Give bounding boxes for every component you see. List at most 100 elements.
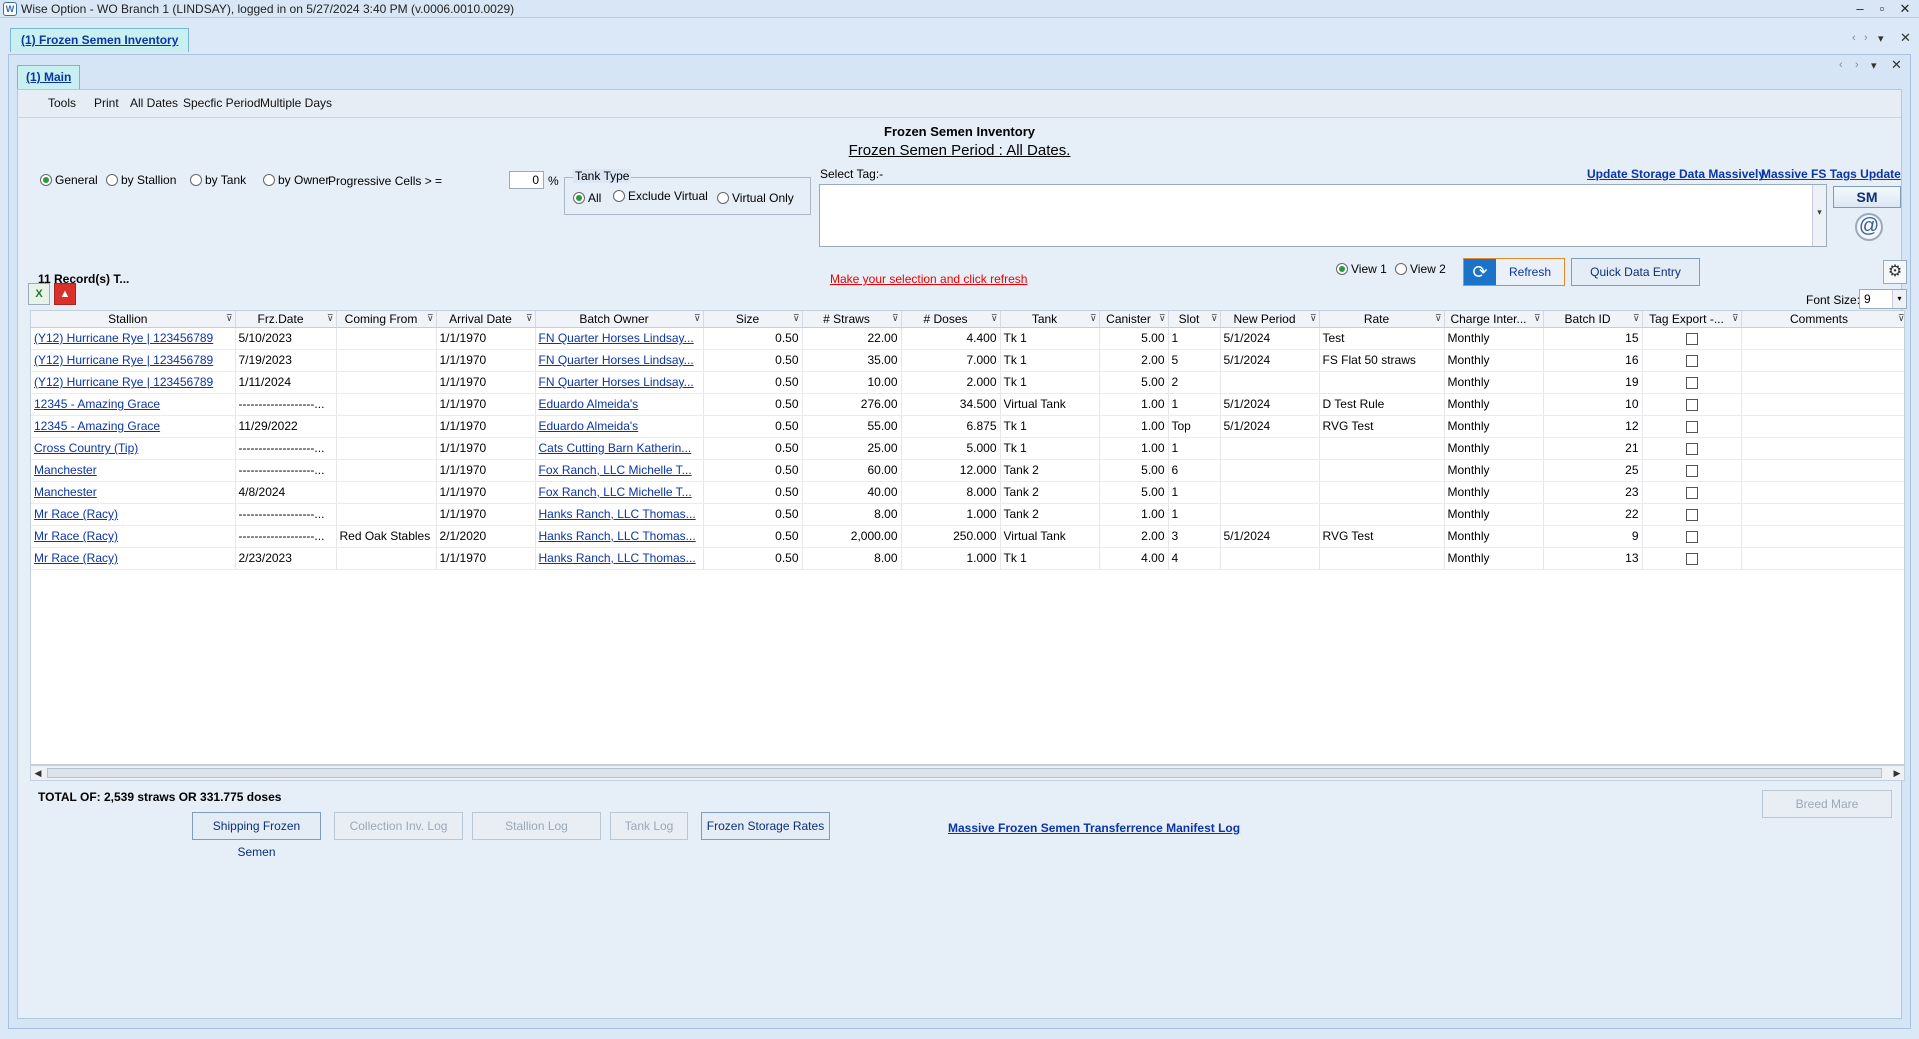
cell-owner[interactable]: FN Quarter Horses Lindsay... <box>535 349 704 372</box>
filter-icon[interactable]: ⊽ <box>1090 313 1097 324</box>
filter-icon[interactable]: ⊽ <box>1159 313 1166 324</box>
filter-icon[interactable]: ⊽ <box>793 313 800 324</box>
radio-tank-all[interactable]: All <box>573 191 601 205</box>
massive-fs-tags-link[interactable]: Massive FS Tags Update <box>1761 167 1901 181</box>
filter-icon[interactable]: ⊽ <box>1435 313 1442 324</box>
column-header[interactable]: Canister ⊽ <box>1099 311 1169 328</box>
collection-inv-log-button[interactable]: Collection Inv. Log <box>334 812 463 840</box>
radio-by-owner[interactable]: by Owner <box>263 173 329 187</box>
table-row[interactable]: 12345 - Amazing Grace 11/29/2022 1/1/1970 E… <box>31 415 1904 438</box>
menu-tools[interactable]: Tools <box>48 96 76 110</box>
tab-main[interactable]: (1) Main <box>17 65 81 89</box>
cell-stallion[interactable]: (Y12) Hurricane Rye | 123456789 <box>31 349 236 372</box>
column-header[interactable]: Frz.Date ⊽ <box>235 311 337 328</box>
cell-owner[interactable]: Hanks Ranch, LLC Thomas... <box>535 547 704 570</box>
tab-close-icon[interactable]: ✕ <box>1900 30 1911 46</box>
export-excel-icon[interactable]: X <box>28 283 50 305</box>
filter-icon[interactable]: ⊽ <box>1534 313 1541 324</box>
column-header[interactable]: Slot ⊽ <box>1168 311 1221 328</box>
tank-log-button[interactable]: Tank Log <box>610 812 688 840</box>
tag-export-checkbox[interactable] <box>1685 464 1698 477</box>
table-row[interactable]: Manchester -------------------... 1/1/1970… <box>31 459 1904 482</box>
email-at-icon[interactable]: @ <box>1855 213 1883 241</box>
menu-multiple-days[interactable]: Multiple Days <box>260 96 332 110</box>
column-header[interactable]: # Doses ⊽ <box>901 311 1001 328</box>
table-row[interactable]: 12345 - Amazing Grace -------------------… <box>31 393 1904 416</box>
scroll-left-icon[interactable]: ◀ <box>31 766 45 780</box>
menu-all-dates[interactable]: All Dates <box>130 96 178 110</box>
maximize-button[interactable]: ▫ <box>1870 0 1894 18</box>
column-header[interactable]: Arrival Date ⊽ <box>436 311 536 328</box>
progressive-cells-input[interactable]: 0 <box>509 171 544 189</box>
tag-export-checkbox[interactable] <box>1685 354 1698 367</box>
filter-icon[interactable]: ⊽ <box>1211 313 1218 324</box>
cell-owner[interactable]: Fox Ranch, LLC Michelle T... <box>535 459 704 482</box>
inner-tab-next-icon[interactable]: › <box>1855 59 1859 71</box>
cell-stallion[interactable]: Mr Race (Racy) <box>31 525 236 548</box>
frozen-storage-rates-button[interactable]: Frozen Storage Rates <box>701 812 830 840</box>
cell-owner[interactable]: FN Quarter Horses Lindsay... <box>535 327 704 350</box>
tag-export-checkbox[interactable] <box>1685 552 1698 565</box>
table-row[interactable]: Mr Race (Racy) 2/23/2023 1/1/1970 Hanks Ran… <box>31 547 1904 570</box>
cell-owner[interactable]: Fox Ranch, LLC Michelle T... <box>535 481 704 504</box>
column-header[interactable]: # Straws ⊽ <box>802 311 902 328</box>
font-size-select[interactable]: 9 ▾ <box>1859 289 1907 309</box>
manifest-log-link[interactable]: Massive Frozen Semen Transferrence Manif… <box>948 821 1240 835</box>
column-header[interactable]: New Period ⊽ <box>1220 311 1320 328</box>
column-header[interactable]: Charge Inter... ⊽ <box>1444 311 1544 328</box>
table-row[interactable]: Manchester 4/8/2024 1/1/1970 Fox Ranch, LLC… <box>31 481 1904 504</box>
filter-icon[interactable]: ⊽ <box>1732 313 1739 324</box>
filter-icon[interactable]: ⊽ <box>526 313 533 324</box>
inner-tab-close-icon[interactable]: ✕ <box>1891 57 1902 73</box>
table-row[interactable]: (Y12) Hurricane Rye | 123456789 5/10/2023… <box>31 327 1904 350</box>
horizontal-scrollbar[interactable]: ◀ ▶ <box>30 765 1905 781</box>
tag-export-checkbox[interactable] <box>1685 376 1698 389</box>
tag-export-checkbox[interactable] <box>1685 530 1698 543</box>
tag-export-checkbox[interactable] <box>1685 420 1698 433</box>
cell-owner[interactable]: Cats Cutting Barn Katherin... <box>535 437 704 460</box>
cell-owner[interactable]: Hanks Ranch, LLC Thomas... <box>535 503 704 526</box>
radio-general[interactable]: General <box>40 173 98 187</box>
column-header[interactable]: Comments ⊽ <box>1741 311 1904 328</box>
export-pdf-icon[interactable]: ▲ <box>54 283 76 305</box>
filter-icon[interactable]: ⊽ <box>226 313 233 324</box>
column-header[interactable]: Tag Export -... ⊽ <box>1642 311 1742 328</box>
cell-stallion[interactable]: (Y12) Hurricane Rye | 123456789 <box>31 327 236 350</box>
tag-export-checkbox[interactable] <box>1685 486 1698 499</box>
radio-view-2[interactable]: View 2 <box>1395 262 1446 276</box>
cell-stallion[interactable]: Mr Race (Racy) <box>31 547 236 570</box>
cell-stallion[interactable]: 12345 - Amazing Grace <box>31 415 236 438</box>
column-header[interactable]: Rate ⊽ <box>1319 311 1445 328</box>
cell-owner[interactable]: Eduardo Almeida's <box>535 415 704 438</box>
shipping-frozen-semen-button[interactable]: Shipping Frozen Semen <box>192 812 321 859</box>
column-header[interactable]: Batch ID ⊽ <box>1543 311 1643 328</box>
radio-by-tank[interactable]: by Tank <box>190 173 246 187</box>
scroll-right-icon[interactable]: ▶ <box>1890 766 1904 780</box>
cell-owner[interactable]: Hanks Ranch, LLC Thomas... <box>535 525 704 548</box>
inner-tab-list-icon[interactable]: ▾ <box>1871 59 1877 72</box>
cell-owner[interactable]: Eduardo Almeida's <box>535 393 704 416</box>
filter-icon[interactable]: ⊽ <box>1633 313 1640 324</box>
cell-stallion[interactable]: Mr Race (Racy) <box>31 503 236 526</box>
update-storage-link[interactable]: Update Storage Data Massively <box>1587 167 1765 181</box>
table-row[interactable]: Mr Race (Racy) -------------------... 1/1/… <box>31 503 1904 526</box>
tag-export-checkbox[interactable] <box>1685 508 1698 521</box>
tag-export-checkbox[interactable] <box>1685 398 1698 411</box>
close-button[interactable]: ✕ <box>1893 0 1917 18</box>
inner-tab-prev-icon[interactable]: ‹ <box>1839 59 1843 71</box>
radio-view-1[interactable]: View 1 <box>1336 262 1387 276</box>
column-header[interactable]: Stallion ⊽ <box>31 311 236 328</box>
tab-next-icon[interactable]: › <box>1864 32 1868 44</box>
tag-export-checkbox[interactable] <box>1685 442 1698 455</box>
tab-prev-icon[interactable]: ‹ <box>1852 32 1856 44</box>
cell-stallion[interactable]: 12345 - Amazing Grace <box>31 393 236 416</box>
stallion-log-button[interactable]: Stallion Log <box>472 812 601 840</box>
gear-icon[interactable]: ⚙ <box>1883 260 1907 284</box>
column-header[interactable]: Coming From ⊽ <box>336 311 437 328</box>
radio-virtual-only[interactable]: Virtual Only <box>717 191 794 205</box>
chevron-down-icon[interactable]: ▾ <box>1892 290 1906 308</box>
cell-stallion[interactable]: (Y12) Hurricane Rye | 123456789 <box>31 371 236 394</box>
cell-owner[interactable]: FN Quarter Horses Lindsay... <box>535 371 704 394</box>
filter-icon[interactable]: ⊽ <box>892 313 899 324</box>
select-tag-box[interactable]: ▾ <box>819 184 1827 247</box>
